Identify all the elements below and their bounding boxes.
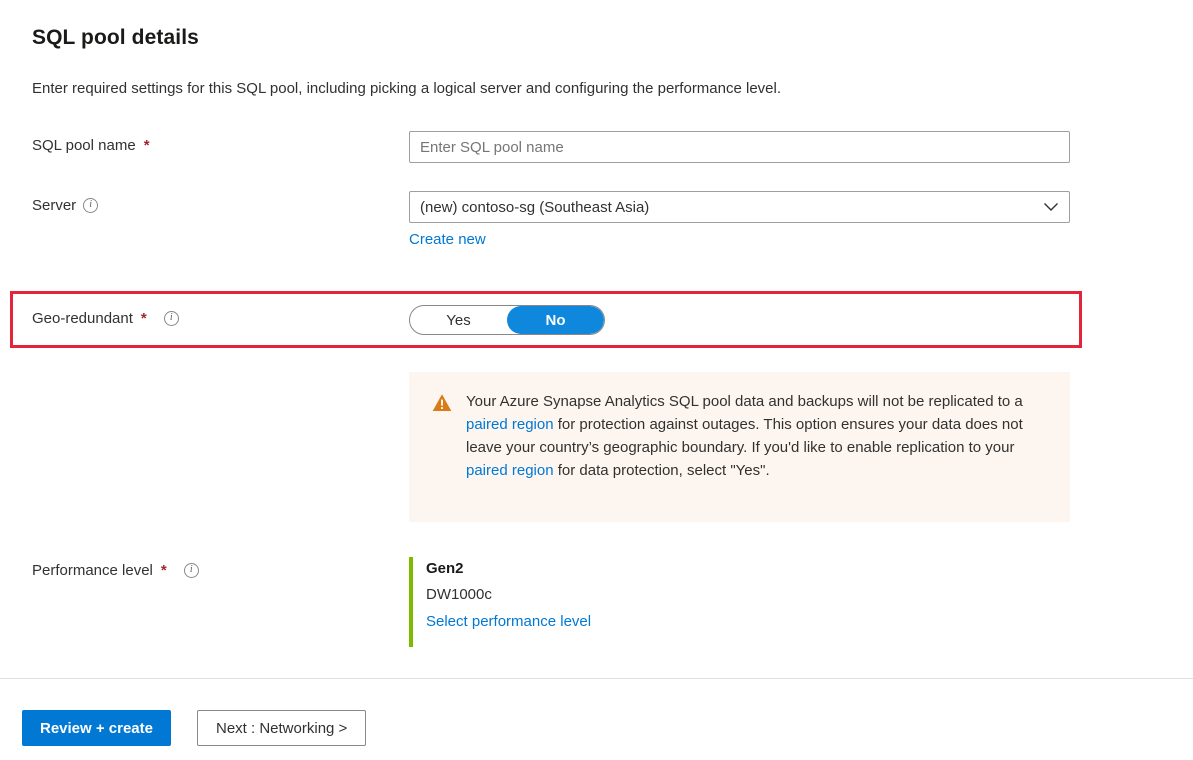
paired-region-link-2[interactable]: paired region (466, 462, 554, 479)
create-new-server-link[interactable]: Create new (409, 231, 486, 248)
toggle-option-yes[interactable]: Yes (410, 306, 507, 334)
required-asterisk: * (141, 310, 147, 327)
performance-tier: DW1000c (426, 581, 591, 609)
info-icon[interactable]: i (164, 311, 179, 326)
form-row-server: Server i (new) contoso-sg (Southeast Asi… (0, 191, 1193, 251)
form-row-performance-level: Performance level * i (0, 562, 1193, 594)
server-label-group: Server i (32, 197, 98, 214)
performance-level-card: Gen2 DW1000c Select performance level (409, 557, 591, 647)
warning-message: Your Azure Synapse Analytics SQL pool da… (466, 390, 1048, 504)
review-create-button[interactable]: Review + create (22, 710, 171, 746)
server-control: (new) contoso-sg (Southeast Asia) Create… (409, 191, 1070, 249)
warning-text-part-3: for data protection, select "Yes". (554, 462, 770, 479)
paired-region-link-1[interactable]: paired region (466, 416, 554, 433)
required-asterisk: * (161, 562, 167, 579)
warning-triangle-icon (432, 393, 452, 413)
server-dropdown[interactable]: (new) contoso-sg (Southeast Asia) (409, 191, 1070, 223)
warning-text-part-1: Your Azure Synapse Analytics SQL pool da… (466, 393, 1023, 410)
geo-redundant-label: Geo-redundant (32, 310, 133, 327)
sql-pool-name-control (409, 131, 1070, 163)
toggle-option-no[interactable]: No (507, 306, 604, 334)
performance-generation: Gen2 (426, 557, 591, 581)
info-icon[interactable]: i (83, 198, 98, 213)
sql-pool-name-input[interactable] (409, 131, 1070, 163)
select-performance-level-link[interactable]: Select performance level (426, 609, 591, 635)
form-row-geo-redundant: Geo-redundant * i Yes No (0, 305, 1193, 337)
sql-pool-name-label-group: SQL pool name * (32, 137, 150, 154)
server-label: Server (32, 197, 76, 214)
sql-pool-name-label: SQL pool name (32, 137, 136, 154)
sql-pool-details-page: SQL pool details Enter required settings… (0, 0, 1193, 760)
info-icon[interactable]: i (184, 563, 199, 578)
geo-redundant-control: Yes No (409, 305, 605, 335)
footer-divider (0, 678, 1193, 679)
geo-redundant-toggle[interactable]: Yes No (409, 305, 605, 335)
server-selected-value: (new) contoso-sg (Southeast Asia) (420, 199, 649, 216)
next-networking-button[interactable]: Next : Networking > (197, 710, 366, 746)
performance-level-label-group: Performance level * i (32, 562, 199, 579)
server-select-wrap: (new) contoso-sg (Southeast Asia) (409, 191, 1070, 223)
page-description: Enter required settings for this SQL poo… (32, 80, 781, 97)
footer-actions: Review + create Next : Networking > (22, 710, 366, 746)
form-row-sql-pool-name: SQL pool name * (0, 131, 1193, 171)
page-title: SQL pool details (32, 26, 199, 50)
geo-redundant-label-group: Geo-redundant * i (32, 310, 179, 327)
performance-level-label: Performance level (32, 562, 153, 579)
required-asterisk: * (144, 137, 150, 154)
geo-redundancy-warning-box: Your Azure Synapse Analytics SQL pool da… (409, 372, 1070, 522)
